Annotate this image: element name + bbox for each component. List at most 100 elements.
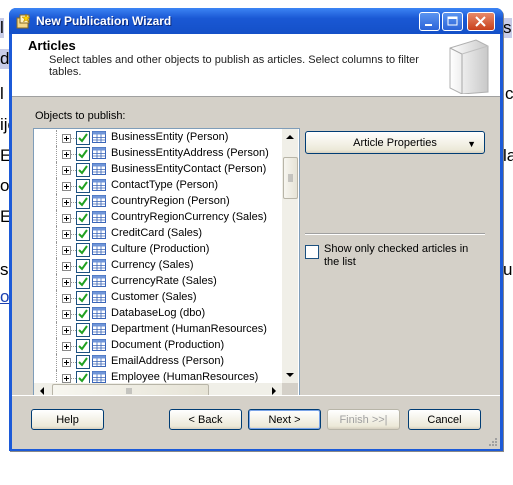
article-checkbox[interactable] bbox=[76, 147, 90, 161]
options-divider bbox=[305, 233, 485, 235]
tree-item-label: Culture (Production) bbox=[111, 243, 210, 255]
tree-item[interactable]: Customer (Sales) bbox=[34, 290, 282, 306]
grip-lines-icon bbox=[288, 174, 293, 182]
table-icon bbox=[92, 323, 106, 335]
tree-item[interactable]: EmailAddress (Person) bbox=[34, 354, 282, 370]
checkmark-icon bbox=[78, 229, 88, 239]
bg-fragment: c bbox=[505, 84, 513, 103]
objects-tree[interactable]: BusinessEntity (Person) BusinessEntityAdd… bbox=[33, 128, 300, 401]
table-icon bbox=[92, 371, 106, 383]
tree-item[interactable]: DatabaseLog (dbo) bbox=[34, 306, 282, 322]
checkmark-icon bbox=[78, 341, 88, 351]
tree-item[interactable]: Department (HumanResources) bbox=[34, 322, 282, 338]
tree-line bbox=[56, 146, 58, 162]
finish-button[interactable]: Finish >>| bbox=[327, 409, 400, 430]
tree-item[interactable]: Document (Production) bbox=[34, 338, 282, 354]
article-checkbox[interactable] bbox=[76, 179, 90, 193]
tree-item-label: Employee (HumanResources) bbox=[111, 371, 259, 383]
tree-item-label: Currency (Sales) bbox=[111, 259, 194, 271]
tree-item[interactable]: ContactType (Person) bbox=[34, 178, 282, 194]
bg-fragment: l bbox=[0, 18, 4, 38]
title-bar[interactable]: New Publication Wizard bbox=[9, 8, 503, 34]
article-checkbox[interactable] bbox=[76, 339, 90, 353]
tree-line bbox=[56, 194, 58, 210]
article-checkbox[interactable] bbox=[76, 195, 90, 209]
close-button[interactable] bbox=[467, 12, 495, 31]
show-only-checked-checkbox[interactable] bbox=[305, 245, 319, 259]
article-checkbox[interactable] bbox=[76, 227, 90, 241]
objects-tree-list: BusinessEntity (Person) BusinessEntityAdd… bbox=[34, 129, 282, 383]
tree-item-label: Document (Production) bbox=[111, 339, 225, 351]
table-icon bbox=[92, 227, 106, 239]
article-checkbox[interactable] bbox=[76, 371, 90, 383]
wizard-client-area: Articles Select tables and other objects… bbox=[12, 34, 500, 449]
tree-item-label: Customer (Sales) bbox=[111, 291, 197, 303]
tree-item-label: ContactType (Person) bbox=[111, 179, 218, 191]
page-description: Select tables and other objects to publi… bbox=[49, 54, 419, 78]
checkmark-icon bbox=[78, 261, 88, 271]
tree-line bbox=[56, 226, 58, 242]
checkmark-icon bbox=[78, 325, 88, 335]
article-checkbox[interactable] bbox=[76, 323, 90, 337]
tree-item[interactable]: BusinessEntity (Person) bbox=[34, 130, 282, 146]
wizard-header: Articles Select tables and other objects… bbox=[12, 34, 500, 97]
scroll-down-icon[interactable] bbox=[282, 367, 298, 383]
close-icon bbox=[475, 16, 486, 27]
article-checkbox[interactable] bbox=[76, 275, 90, 289]
next-button[interactable]: Next > bbox=[248, 409, 321, 430]
tree-item[interactable]: Employee (HumanResources) bbox=[34, 370, 282, 383]
checkmark-icon bbox=[78, 149, 88, 159]
checkmark-icon bbox=[78, 373, 88, 383]
article-properties-button[interactable]: Article Properties ▼ bbox=[305, 131, 485, 154]
tree-item[interactable]: CountryRegionCurrency (Sales) bbox=[34, 210, 282, 226]
tree-item-label: BusinessEntityContact (Person) bbox=[111, 163, 267, 175]
tree-item[interactable]: Currency (Sales) bbox=[34, 258, 282, 274]
vertical-scroll-thumb[interactable] bbox=[283, 157, 298, 199]
resize-grip-icon[interactable] bbox=[487, 436, 497, 446]
checkmark-icon bbox=[78, 133, 88, 143]
tree-item[interactable]: CurrencyRate (Sales) bbox=[34, 274, 282, 290]
wizard-footer: Help < Back Next > Finish >>| Cancel bbox=[12, 395, 500, 449]
help-button[interactable]: Help bbox=[31, 409, 104, 430]
article-properties-label: Article Properties bbox=[353, 137, 437, 149]
tree-item[interactable]: CreditCard (Sales) bbox=[34, 226, 282, 242]
tree-item-label: EmailAddress (Person) bbox=[111, 355, 225, 367]
tree-item-label: CountryRegion (Person) bbox=[111, 195, 230, 207]
article-checkbox[interactable] bbox=[76, 355, 90, 369]
tree-item[interactable]: BusinessEntityAddress (Person) bbox=[34, 146, 282, 162]
checkmark-icon bbox=[78, 165, 88, 175]
vertical-scrollbar[interactable] bbox=[282, 129, 298, 383]
tree-item[interactable]: Culture (Production) bbox=[34, 242, 282, 258]
show-only-checked-label[interactable]: Show only checked articles in the list bbox=[324, 243, 484, 269]
article-checkbox[interactable] bbox=[76, 307, 90, 321]
scroll-up-icon[interactable] bbox=[282, 129, 298, 145]
checkmark-icon bbox=[78, 357, 88, 367]
cancel-button[interactable]: Cancel bbox=[408, 409, 481, 430]
back-button[interactable]: < Back bbox=[169, 409, 242, 430]
article-checkbox[interactable] bbox=[76, 163, 90, 177]
table-icon bbox=[92, 275, 106, 287]
page-title: Articles bbox=[28, 38, 76, 53]
tree-item-label: BusinessEntityAddress (Person) bbox=[111, 147, 269, 159]
minimize-icon bbox=[425, 24, 432, 26]
tree-line bbox=[56, 130, 58, 146]
tree-line bbox=[56, 338, 58, 354]
minimize-button[interactable] bbox=[419, 12, 440, 31]
objects-label: Objects to publish: bbox=[35, 110, 126, 122]
article-checkbox[interactable] bbox=[76, 131, 90, 145]
maximize-button[interactable] bbox=[442, 12, 463, 31]
tree-line bbox=[56, 242, 58, 258]
table-icon bbox=[92, 291, 106, 303]
tree-line bbox=[56, 370, 58, 383]
article-checkbox[interactable] bbox=[76, 243, 90, 257]
article-checkbox[interactable] bbox=[76, 259, 90, 273]
checkmark-icon bbox=[78, 213, 88, 223]
table-icon bbox=[92, 179, 106, 191]
article-checkbox[interactable] bbox=[76, 291, 90, 305]
tree-item[interactable]: BusinessEntityContact (Person) bbox=[34, 162, 282, 178]
table-icon bbox=[92, 211, 106, 223]
article-checkbox[interactable] bbox=[76, 211, 90, 225]
tree-item[interactable]: CountryRegion (Person) bbox=[34, 194, 282, 210]
table-icon bbox=[92, 131, 106, 143]
table-icon bbox=[92, 339, 106, 351]
